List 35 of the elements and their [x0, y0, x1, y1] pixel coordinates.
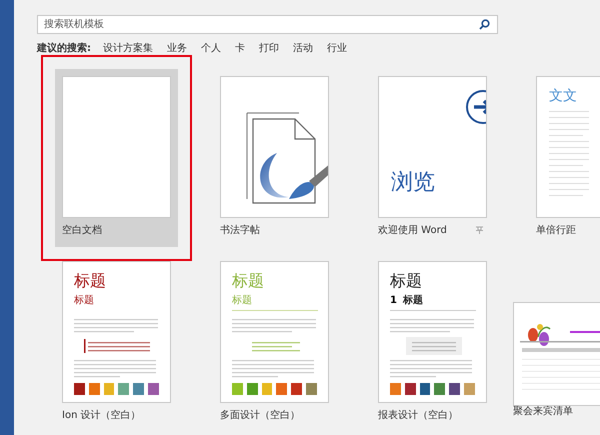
heading-number: 1: [390, 294, 397, 306]
template-card[interactable]: 标题 标题 多面设计（空白）: [213, 254, 336, 432]
suggested-search-link[interactable]: 行业: [327, 41, 347, 55]
suggested-search-link[interactable]: 个人: [201, 41, 221, 55]
template-name: 报表设计（空白）: [378, 408, 458, 422]
browse-heading: 浏览: [391, 169, 435, 197]
search-icon[interactable]: [479, 19, 490, 30]
suggested-search-link[interactable]: 活动: [293, 41, 313, 55]
template-card[interactable]: 浏览 欢迎使用 Word: [371, 69, 494, 247]
sample-subtitle: 标题: [232, 294, 252, 307]
sample-subtitle: 标题: [402, 294, 423, 307]
template-name: 多面设计（空白）: [220, 408, 300, 422]
search-field[interactable]: 搜索联机模板: [37, 15, 498, 34]
sample-title: 标题: [390, 270, 423, 292]
template-card[interactable]: 文文 单倍行距: [529, 69, 600, 247]
sample-title: 标题: [74, 270, 107, 292]
suggested-search-link[interactable]: 打印: [259, 41, 279, 55]
template-name: 聚会来宾清单: [513, 405, 573, 418]
template-name: 书法字帖: [220, 224, 260, 237]
sample-subtitle: 标题: [74, 294, 94, 307]
template-card[interactable]: 空白文档: [55, 69, 178, 247]
template-name: 空白文档: [62, 224, 102, 237]
sample-heading: 文文: [549, 87, 578, 105]
suggested-search-link[interactable]: 业务: [167, 41, 187, 55]
suggested-searches-label: 建议的搜索:: [37, 42, 91, 55]
template-name: 单倍行距: [536, 224, 576, 237]
template-card[interactable]: 标题 1 标题 报表设计（空白）: [371, 254, 494, 432]
template-card[interactable]: 标题 标题 Ion 设计（空白）: [55, 254, 178, 432]
suggested-search-link[interactable]: 卡: [235, 41, 245, 55]
template-name: Ion 设计（空白）: [62, 408, 141, 422]
suggested-search-link[interactable]: 设计方案集: [103, 41, 153, 55]
template-name: 欢迎使用 Word: [378, 224, 447, 237]
template-card[interactable]: 书法字帖: [213, 69, 336, 247]
sample-title: 标题: [232, 270, 265, 292]
template-card[interactable]: 聚会来宾清单: [513, 254, 600, 432]
